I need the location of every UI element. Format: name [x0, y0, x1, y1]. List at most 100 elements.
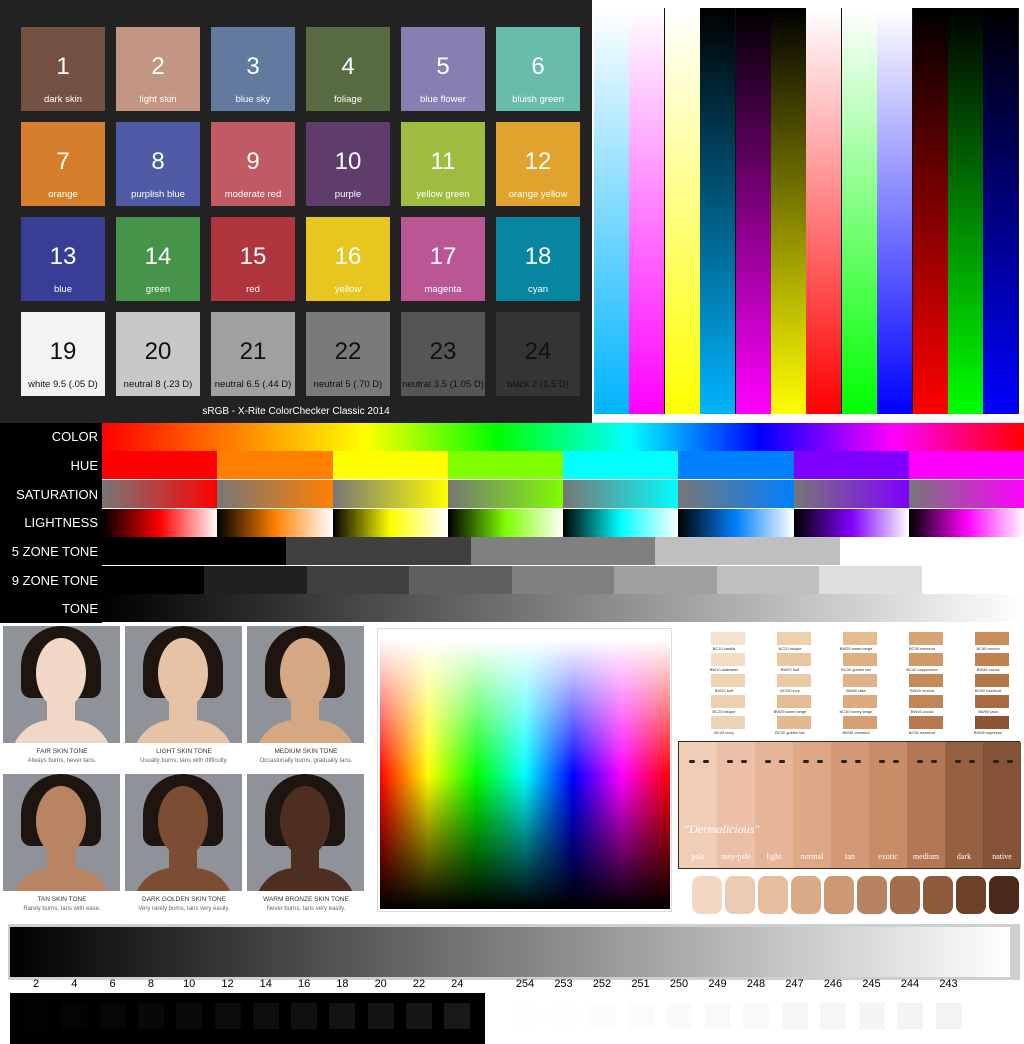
light-step-label: 249 [708, 978, 727, 990]
dark-step-square [137, 1003, 164, 1029]
saturation-strip [102, 480, 1024, 508]
shoulders [255, 720, 356, 743]
dark-step-label: 4 [71, 978, 78, 990]
eye-mark [893, 760, 899, 763]
patch-name: dark skin [43, 94, 82, 105]
shoulders [255, 868, 356, 891]
tone-zone [839, 537, 1024, 565]
skin-tone-name: native [992, 852, 1012, 861]
foundation-chip-label: BC25 ivory [780, 688, 800, 693]
foundation-chip-label: BC20 ivory [714, 730, 734, 735]
shoulders [11, 868, 112, 891]
light-step-square [627, 1003, 654, 1029]
label-hue: HUE [70, 458, 98, 473]
foundation-chip-label: BW45 mocha [909, 688, 934, 693]
skin-thumbnail [989, 876, 1019, 914]
foundation-chip [909, 695, 943, 708]
saturation-segment [332, 480, 449, 508]
bottom-gray-gradient [10, 927, 1010, 977]
light-step-square [512, 1003, 538, 1029]
face [280, 786, 330, 856]
hue-segment [563, 451, 679, 479]
foundation-chip [777, 653, 811, 666]
skin-tone-name: medium [912, 852, 940, 861]
patch-name: neutral 3.5 (1.05 D) [402, 379, 484, 390]
foundation-chip-label: BW20 buff [714, 688, 734, 693]
patch-name: orange [48, 189, 78, 200]
eye-mark [727, 760, 733, 763]
portrait-subtitle: Occasionally burns, gradually tans. [259, 758, 353, 764]
foundation-chip [711, 716, 745, 729]
foundation-chip [843, 632, 877, 645]
tone-zone [819, 566, 923, 594]
skin-tone-name: exotic [878, 852, 898, 861]
skin-tone-name: normal [800, 852, 824, 861]
patch-number: 1 [56, 53, 70, 80]
colorchecker-patch: 19 white 9.5 (.05 D) [21, 312, 105, 396]
foundation-chip-label: BC45 mocha [976, 646, 1000, 651]
eye-mark [993, 760, 999, 763]
patch-name: orange yellow [508, 189, 568, 200]
color-gradient-box [377, 628, 672, 912]
light-step-label: 251 [631, 978, 650, 990]
vertical-gradient-bar [983, 8, 1019, 414]
patch-number: 22 [334, 338, 362, 365]
colorchecker-patch: 22 neutral 5 (.70 D) [306, 312, 390, 396]
foundation-chip-label: BC20 bisque [778, 646, 802, 651]
tone-zone [470, 537, 656, 565]
hue-segment [793, 451, 910, 479]
skin-tone-name: light [766, 852, 782, 861]
light-step-square [897, 1003, 923, 1029]
strip-labels: COLOR HUE SATURATION LIGHTNESS 5 ZONE TO… [0, 423, 102, 623]
skin-thumbnail [791, 876, 821, 914]
hue-segment [217, 451, 333, 479]
eye-mark [817, 760, 823, 763]
portrait-title: MEDIUM SKIN TONE [274, 748, 338, 755]
skin-thumbnail [692, 876, 722, 914]
patch-name: yellow green [416, 189, 470, 200]
colorchecker-patch: 23 neutral 3.5 (1.05 D) [401, 312, 485, 396]
foundation-chip [711, 674, 745, 687]
skin-tone-tile [907, 742, 945, 868]
eye-mark [689, 760, 695, 763]
foundation-chip-label: BC20 bisque [712, 709, 736, 714]
light-step-label: 247 [785, 978, 804, 990]
foundation-chip [777, 695, 811, 708]
skin-tone-tile [755, 742, 793, 868]
dark-step-label: 2 [32, 978, 40, 990]
vertical-gradient-bar [841, 8, 877, 414]
colorchecker-patch: 9 moderate red [211, 122, 295, 206]
light-step-square [666, 1003, 692, 1029]
colorchecker-patch: 2 light skin [116, 27, 200, 111]
label-tone: TONE [62, 601, 98, 616]
colorchecker-panel: 1 dark skin 2 light skin 3 blue sky 4 foliage 5 b… [0, 0, 592, 423]
patch-name: blue sky [235, 94, 271, 105]
light-step-label: 252 [592, 978, 612, 990]
patch-name: red [246, 284, 260, 295]
patch-number: 16 [334, 243, 362, 270]
foundation-chip [909, 716, 943, 729]
portrait-photo [247, 774, 364, 891]
foundation-chip-label: BC30 golden tan [775, 730, 805, 735]
foundation-chip [843, 716, 877, 729]
tone-zone [204, 566, 308, 594]
face [158, 638, 208, 708]
bottom-gradient-frame [8, 924, 1020, 980]
skin-thumbnail [725, 876, 755, 914]
patch-number: 18 [524, 243, 552, 270]
dark-step-square [291, 1003, 318, 1029]
foundation-chip-label: BW35 chestnut [842, 730, 870, 735]
portrait-title: FAIR SKIN TONE [36, 748, 88, 755]
foundation-chip-label: BW50 java [978, 709, 998, 714]
patch-name: yellow [334, 284, 362, 295]
patch-number: 2 [151, 53, 165, 80]
portrait-title: TAN SKIN TONE [37, 896, 87, 903]
light-step-square [781, 1003, 808, 1029]
shoulders [133, 868, 234, 891]
lightness-segment [678, 509, 794, 537]
foundation-chip-label: BW30 latte [846, 688, 866, 693]
dark-step-label: 6 [109, 978, 116, 990]
dark-step-square [329, 1003, 356, 1029]
vertical-gradient-bar [806, 8, 842, 414]
patch-name: magenta [424, 284, 462, 295]
